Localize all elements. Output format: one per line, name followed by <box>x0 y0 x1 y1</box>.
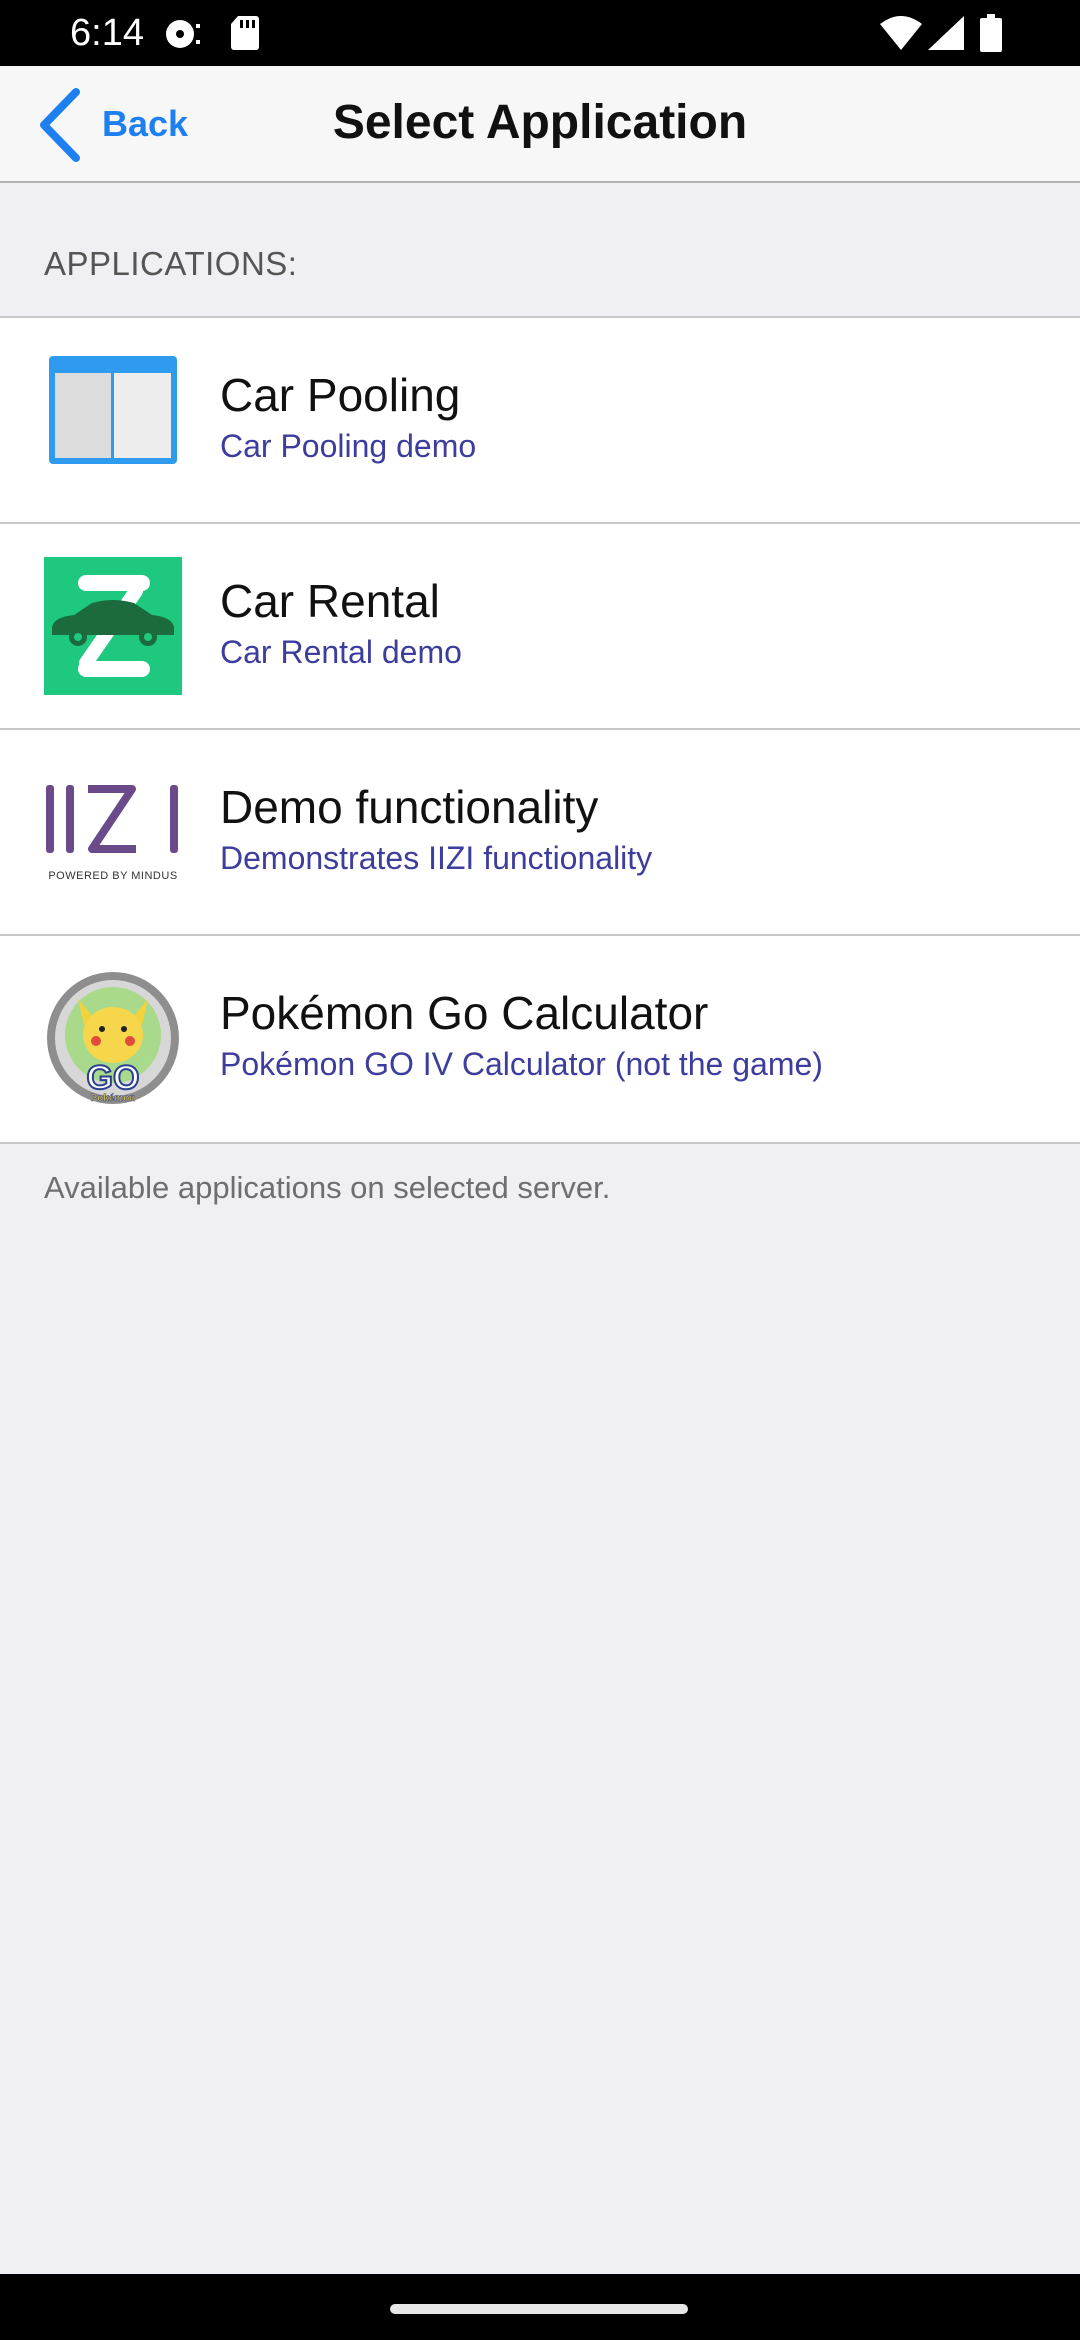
car-rental-z-icon <box>44 557 182 695</box>
pokemon-go-icon: GO Pokémon <box>44 969 182 1107</box>
cellular-signal-icon <box>928 16 964 55</box>
list-item-car-pooling[interactable]: Car Pooling Car Pooling demo <box>0 318 1080 524</box>
section-header: APPLICATIONS: <box>44 245 298 282</box>
home-indicator[interactable] <box>390 2304 688 2314</box>
battery-icon <box>980 14 1002 57</box>
iizi-logo-icon: POWERED BY MINDUS <box>44 763 182 901</box>
list-item-pokemon-go-calculator[interactable]: GO Pokémon Pokémon Go Calculator Pokémon… <box>0 936 1080 1142</box>
logo-go-text: GO <box>87 1059 140 1097</box>
app-title: Pokémon Go Calculator <box>220 987 709 1039</box>
window-app-icon <box>44 351 182 489</box>
list-item-car-rental[interactable]: Car Rental Car Rental demo <box>0 524 1080 730</box>
list-item-demo-functionality[interactable]: POWERED BY MINDUS Demo functionality Dem… <box>0 730 1080 936</box>
section-footer: Available applications on selected serve… <box>44 1170 611 1205</box>
wifi-icon <box>880 16 922 55</box>
app-subtitle: Car Rental demo <box>220 634 462 670</box>
app-subtitle: Car Pooling demo <box>220 428 477 464</box>
app-title: Car Rental <box>220 575 440 627</box>
application-list: Car Pooling Car Pooling demo Car Rental … <box>0 316 1080 1144</box>
logo-tagline: POWERED BY MINDUS <box>48 870 177 882</box>
app-subtitle: Demonstrates IIZI functionality <box>220 840 653 876</box>
logo-tagline: Pokémon <box>90 1093 135 1104</box>
navigation-bar: Back Select Application <box>0 66 1080 183</box>
status-time: 6:14 <box>70 12 144 54</box>
sd-card-icon <box>230 16 260 55</box>
media-disc-icon <box>164 18 204 55</box>
app-subtitle: Pokémon GO IV Calculator (not the game) <box>220 1046 823 1082</box>
page-title: Select Application <box>332 96 748 149</box>
app-title: Demo functionality <box>220 781 599 833</box>
system-navigation-bar <box>0 2274 1080 2340</box>
status-bar: 6:14 <box>0 0 1080 66</box>
app-title: Car Pooling <box>220 369 461 421</box>
